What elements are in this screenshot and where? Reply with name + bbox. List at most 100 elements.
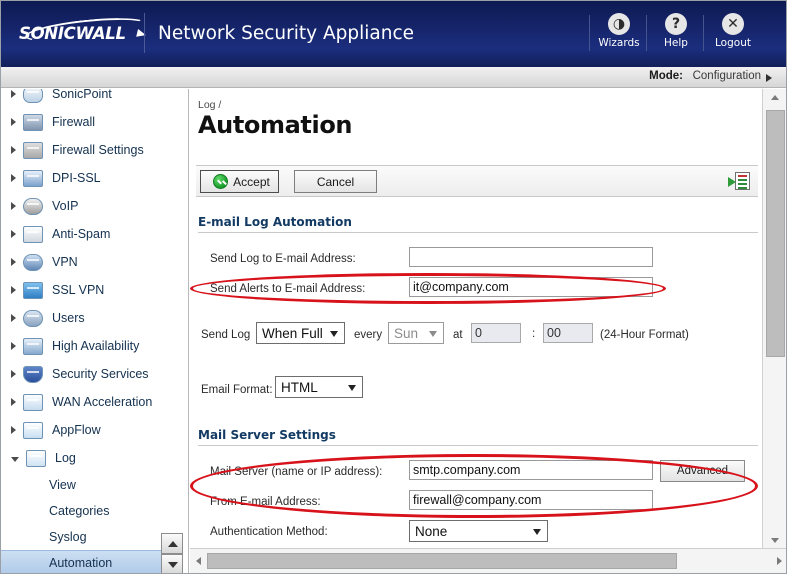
sidebar-item-sonicpoint[interactable]: SonicPoint [1,89,173,108]
sidebar-item-label: VoIP [52,199,79,213]
scroll-right-button[interactable] [771,549,786,573]
sidebar-item-appflow[interactable]: AppFlow [1,416,173,444]
cancel-label: Cancel [316,174,355,189]
sidebar-item-voip[interactable]: VoIP [1,192,173,220]
send-log-day-select[interactable]: Sun [388,322,444,344]
sidebar-scroll-up-button[interactable] [161,533,183,554]
scroll-up-button[interactable] [763,89,786,106]
help-button[interactable]: ? Help [647,13,705,49]
email-format-select[interactable]: HTML [275,376,363,398]
chevron-right-icon [11,118,16,126]
mail-server-input[interactable] [409,460,653,480]
help-icon: ? [665,13,687,35]
cancel-button[interactable]: Cancel [294,170,377,193]
time-colon: : [532,328,536,340]
sidebar-item-firewall-settings[interactable]: Firewall Settings [1,136,173,164]
mode-value[interactable]: Configuration [693,70,761,82]
sidebar-scroll-down-button[interactable] [161,554,183,573]
chevron-right-icon [11,314,16,322]
advanced-button[interactable]: Advanced [660,460,745,482]
sidebar-subitem-syslog[interactable]: Syslog [1,524,173,550]
main-content: Log / Automation Accept Cancel E-mail Lo… [190,89,763,549]
vertical-scroll-thumb[interactable] [766,110,785,357]
anti-spam-icon [23,225,43,243]
logout-label: Logout [715,37,751,49]
ssl-vpn-icon [23,281,43,299]
sidebar-subitem-view[interactable]: View [1,472,173,498]
export-list-icon[interactable] [728,172,750,191]
horizontal-scrollbar[interactable] [190,548,786,573]
vertical-scrollbar[interactable] [762,89,786,549]
sidebar-scroll-content: SonicPoint Firewall Firewall Settings DP… [1,89,173,573]
horizontal-scroll-thumb[interactable] [207,553,677,569]
sidebar-item-label: Log [55,451,76,465]
sidebar-item-high-availability[interactable]: High Availability [1,332,173,360]
security-services-icon [23,365,43,383]
export-arrow [728,177,736,187]
top-banner: SONICWALL Network Security Appliance ◑ W… [1,1,786,67]
banner-divider [144,13,145,53]
sidebar-item-label: Users [52,311,85,325]
wizards-button[interactable]: ◑ Wizards [590,13,648,49]
wizards-label: Wizards [598,37,640,49]
chevron-right-icon [11,258,16,266]
sidebar-subitem-automation[interactable]: Automation [1,550,173,573]
from-email-input[interactable] [409,490,653,510]
sidebar-item-anti-spam[interactable]: Anti-Spam [1,220,173,248]
sidebar-nav: SonicPoint Firewall Firewall Settings DP… [1,89,189,573]
vpn-icon [23,253,43,271]
sidebar-subitem-categories[interactable]: Categories [1,498,173,524]
email-format-value: HTML [281,379,318,395]
accept-label: Accept [233,174,270,189]
logout-button[interactable]: ✕ Logout [704,13,762,49]
sidebar-subitem-label: Categories [49,504,110,518]
sidebar-item-label: AppFlow [52,423,101,437]
section-divider [198,232,758,233]
scroll-down-button[interactable] [763,532,786,549]
section-title-mail-server-settings: Mail Server Settings [198,428,336,442]
section-title-email-log-automation: E-mail Log Automation [198,215,352,229]
sonicwall-logo[interactable]: SONICWALL [19,13,148,49]
scroll-left-button[interactable] [190,549,207,573]
sidebar-item-wan-acceleration[interactable]: WAN Acceleration [1,388,173,416]
breadcrumb: Log / [198,99,222,111]
send-alerts-email-input[interactable] [409,277,653,297]
advanced-label: Advanced [676,465,729,477]
firewall-settings-icon [23,141,43,159]
sidebar-item-label: Anti-Spam [52,227,111,241]
chevron-down-icon [429,331,437,337]
sidebar-item-security-services[interactable]: Security Services [1,360,173,388]
sidebar-item-users[interactable]: Users [1,304,173,332]
sidebar-item-log[interactable]: Log [1,444,173,472]
send-log-hour-input[interactable] [471,323,521,343]
send-log-minute-input[interactable] [543,323,593,343]
mode-bar: Mode: Configuration [1,67,786,88]
sonicpoint-icon [23,89,43,103]
send-log-frequency-select[interactable]: When Full [256,322,345,344]
send-log-schedule-label: Send Log [201,329,251,341]
sidebar-item-label: Firewall Settings [52,143,144,157]
at-label: at [453,329,463,341]
high-availability-icon [23,337,43,355]
logout-icon: ✕ [722,13,744,35]
from-email-label: From E-mail Address: [210,496,321,508]
accept-button[interactable]: Accept [200,170,279,193]
chevron-right-icon[interactable] [766,74,772,82]
sidebar-scroll-buttons [161,533,183,573]
sidebar-item-vpn[interactable]: VPN [1,248,173,276]
send-log-email-input[interactable] [409,247,653,267]
sidebar-item-dpi-ssl[interactable]: DPI-SSL [1,164,173,192]
firewall-icon [23,113,43,131]
every-label: every [354,329,383,341]
authentication-method-select[interactable]: None [409,520,548,542]
sidebar-item-ssl-vpn[interactable]: SSL VPN [1,276,173,304]
sidebar-item-label: High Availability [52,339,140,353]
help-label: Help [664,37,688,49]
product-name: Network Security Appliance [158,23,415,44]
chevron-right-icon [11,426,16,434]
sidebar-item-label: Firewall [52,115,96,129]
sonicwall-admin-window: SONICWALL Network Security Appliance ◑ W… [0,0,787,574]
log-icon [26,449,46,467]
chevron-right-icon [11,174,16,182]
sidebar-item-firewall[interactable]: Firewall [1,108,173,136]
